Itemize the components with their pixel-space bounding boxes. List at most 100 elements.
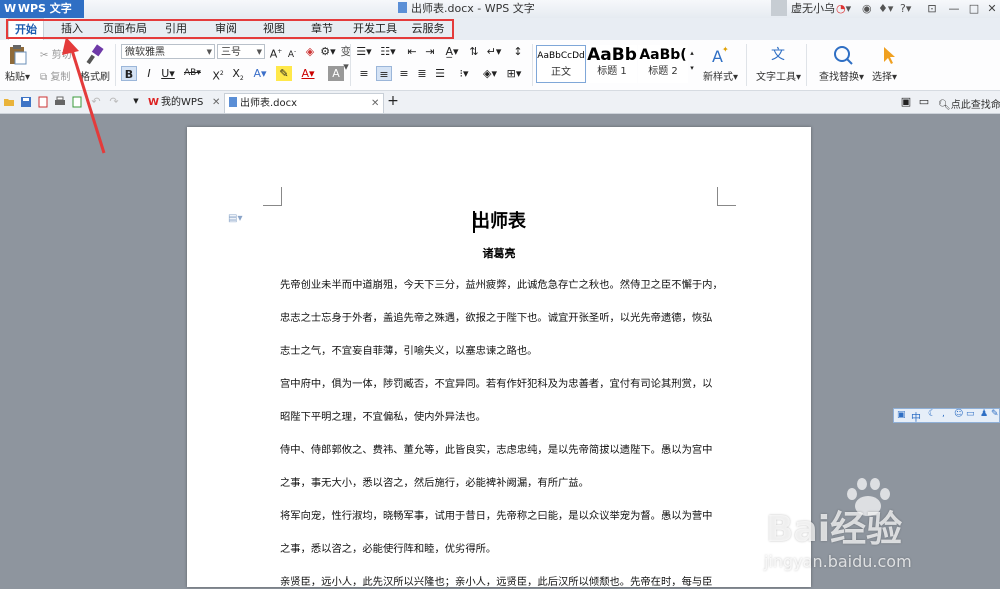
divider bbox=[806, 44, 807, 86]
emoji-icon[interactable]: ☺ bbox=[954, 409, 963, 419]
highlight-icon[interactable]: ✎ bbox=[276, 66, 292, 81]
close-tab-icon[interactable]: ✕ bbox=[212, 93, 220, 112]
text-line: 侍中、侍郎郭攸之、费祎、董允等，此皆良实，志虑忠纯，是以先帝简拔以遗陛下。愚以为… bbox=[280, 444, 713, 456]
document-icon bbox=[398, 2, 407, 13]
text-tools-button[interactable]: 文字工具▾ bbox=[756, 68, 801, 83]
style-heading-2[interactable]: AaBb(标题 2 bbox=[638, 45, 688, 83]
feedback-icon[interactable]: ◉ bbox=[862, 0, 872, 18]
divider bbox=[746, 44, 747, 86]
text-line: 昭陛下平明之理，不宜偏私，使内外异法也。 bbox=[280, 411, 486, 423]
save-icon[interactable] bbox=[20, 96, 32, 108]
italic-icon[interactable]: I bbox=[141, 66, 157, 81]
shrink-font-icon[interactable]: A- bbox=[284, 44, 300, 60]
increase-indent-icon[interactable]: ⇥ bbox=[422, 44, 438, 59]
justify-icon[interactable]: ≣ bbox=[414, 66, 430, 81]
document-page[interactable]: ▤▾ 出师表 诸葛亮 先帝创业未半而中道崩殂，今天下三分，益州疲弊，此诚危急存亡… bbox=[187, 127, 811, 588]
export-pdf-icon[interactable] bbox=[37, 96, 49, 108]
document-icon bbox=[229, 97, 237, 107]
numbered-list-icon[interactable]: ☷▾ bbox=[380, 44, 396, 59]
watermark-brand: Bai经验 bbox=[766, 509, 903, 550]
new-style-button[interactable]: 新样式▾ bbox=[703, 68, 738, 83]
text-line: 宫中府中，俱为一体，陟罚臧否，不宜异同。若有作奸犯科及为忠善者，宜付有司论其刑赏… bbox=[280, 378, 713, 390]
sort-icon[interactable]: ⇅ bbox=[466, 44, 482, 59]
clear-format-icon[interactable]: ◈ bbox=[302, 44, 318, 59]
ime-lang-toggle[interactable]: 中 bbox=[911, 409, 921, 424]
bullet-list-icon[interactable]: ☰▾ bbox=[356, 44, 372, 59]
select-button[interactable]: 选择▾ bbox=[872, 68, 897, 83]
ime-floating-toolbar[interactable]: ▣ 中 ☾ , ☺ ▭ ♟ ✎ bbox=[893, 408, 1000, 424]
shading-icon[interactable]: ◈▾ bbox=[482, 66, 498, 81]
borders-icon[interactable]: ⊞▾ bbox=[506, 66, 522, 81]
svg-text:✦: ✦ bbox=[722, 45, 729, 54]
font-color-icon[interactable]: A▾ bbox=[300, 66, 316, 81]
show-marks-icon[interactable]: ↵▾ bbox=[486, 44, 502, 59]
tab-my-wps[interactable]: W 我的WPS ✕ bbox=[146, 93, 224, 112]
text-cursor bbox=[473, 211, 475, 233]
strikethrough-icon[interactable]: AB▾ bbox=[184, 66, 201, 81]
style-heading-1[interactable]: AaBb 标题 1 bbox=[587, 45, 637, 83]
text-line: 志士之气，不宜妄自菲薄，引喻失义，以塞忠谏之路也。 bbox=[280, 345, 538, 357]
bold-icon[interactable]: B bbox=[121, 66, 137, 81]
char-shading-icon[interactable]: A bbox=[328, 66, 344, 81]
select-cursor-icon[interactable] bbox=[878, 44, 900, 66]
line-spacing-select-icon[interactable]: ⁝▾ bbox=[456, 66, 472, 81]
font-name-select[interactable]: 微软雅黑 ▼ bbox=[121, 44, 215, 59]
font-size-select[interactable]: 三号 ▼ bbox=[217, 44, 265, 59]
chinese-layout-icon[interactable]: A̲▾ bbox=[444, 44, 460, 59]
grow-font-icon[interactable]: A+ bbox=[268, 44, 284, 61]
align-left-icon[interactable]: ≡ bbox=[356, 66, 372, 81]
quick-access-dropdown-icon[interactable]: ▼ bbox=[128, 94, 144, 109]
punctuation-icon[interactable]: , bbox=[942, 409, 945, 419]
watermark-url: jingyan.baidu.com bbox=[764, 552, 912, 571]
find-replace-icon[interactable] bbox=[832, 44, 854, 66]
moon-icon[interactable]: ☾ bbox=[928, 409, 936, 419]
text-tools-icon[interactable]: 文 bbox=[768, 44, 790, 66]
avatar bbox=[771, 0, 787, 16]
divider bbox=[115, 44, 116, 86]
user-account[interactable]: 虚无小乌 bbox=[771, 0, 835, 18]
style-normal[interactable]: AaBbCcDd 正文 bbox=[536, 45, 586, 83]
tab-document[interactable]: 出师表.docx ✕ bbox=[224, 93, 384, 113]
font-settings-icon[interactable]: ⚙▾ bbox=[320, 44, 336, 59]
new-style-icon[interactable]: A ✦ bbox=[709, 44, 731, 66]
distribute-icon[interactable]: ☰ bbox=[432, 66, 448, 81]
align-right-icon[interactable]: ≡ bbox=[396, 66, 412, 81]
skin-icon[interactable]: ♦▾ bbox=[878, 0, 893, 18]
open-folder-icon[interactable] bbox=[3, 96, 15, 108]
wps-app-menu-button[interactable]: W WPS 文字 ▼ bbox=[0, 0, 84, 32]
maximize-button[interactable]: □ bbox=[964, 0, 984, 18]
margin-corner bbox=[263, 187, 282, 206]
minimize-button[interactable]: — bbox=[944, 0, 964, 18]
restore-ribbon-icon[interactable]: ⊡ bbox=[922, 0, 942, 18]
paste-icon[interactable] bbox=[6, 44, 28, 66]
sync-icon[interactable]: ◔▾ bbox=[836, 0, 851, 18]
text-effect-icon[interactable]: A▾ bbox=[252, 66, 268, 81]
comment-icon[interactable]: ▭ bbox=[916, 94, 932, 109]
text-line: 之事，事无大小，悉以咨之，然后施行，必能裨补阙漏，有所广益。 bbox=[280, 477, 589, 489]
text-line: 先帝创业未半而中道崩殂，今天下三分，益州疲弊，此诚危急存亡之秋也。然侍卫之臣不懈… bbox=[280, 279, 720, 291]
cloud-doc-icon[interactable]: ▣ bbox=[898, 94, 914, 109]
close-button[interactable]: ✕ bbox=[982, 0, 1000, 18]
new-tab-icon[interactable]: + bbox=[385, 94, 401, 109]
close-tab-icon[interactable]: ✕ bbox=[371, 94, 379, 113]
phonetic-guide-icon[interactable]: 变▾ bbox=[338, 44, 354, 73]
superscript-icon[interactable]: X2 bbox=[210, 66, 226, 83]
help-icon[interactable]: ?▾ bbox=[900, 0, 911, 18]
ime-logo-icon[interactable]: ▣ bbox=[897, 410, 906, 420]
styles-scroll-icon[interactable]: ▴ ▾ bbox=[688, 46, 696, 72]
decrease-indent-icon[interactable]: ⇤ bbox=[404, 44, 420, 59]
find-replace-button[interactable]: 查找替换▾ bbox=[819, 68, 864, 83]
search-icon: 🔍︎ bbox=[938, 100, 951, 111]
baidu-watermark: Bai经验 jingyan.baidu.com bbox=[760, 476, 1000, 581]
margin-corner bbox=[717, 187, 736, 206]
line-spacing-icon[interactable]: ↕ bbox=[510, 44, 526, 59]
wrench-icon[interactable]: ✎ bbox=[991, 409, 999, 419]
underline-icon[interactable]: U▾ bbox=[160, 66, 176, 81]
align-center-icon[interactable]: ≡ bbox=[376, 66, 392, 81]
subscript-icon[interactable]: X2 bbox=[230, 66, 246, 82]
keyboard-icon[interactable]: ▭ bbox=[966, 409, 975, 419]
user-icon[interactable]: ♟ bbox=[980, 409, 988, 419]
command-search[interactable]: 🔍︎点此查找命 bbox=[938, 96, 1000, 111]
svg-text:文: 文 bbox=[771, 47, 785, 63]
paste-button[interactable]: 粘贴▾ bbox=[5, 68, 30, 83]
